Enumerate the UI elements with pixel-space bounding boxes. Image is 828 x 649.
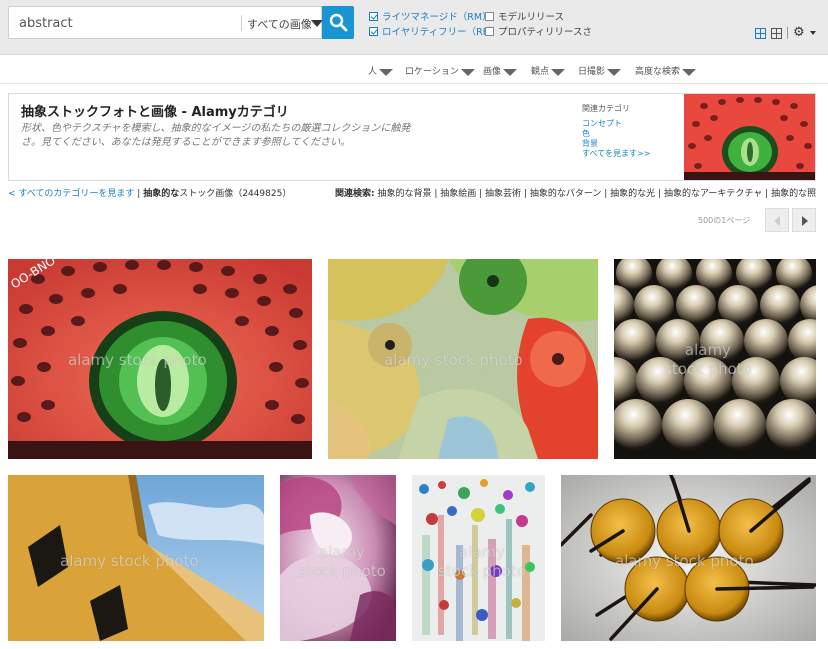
filter-rf-label: ロイヤリティフリー（RF） xyxy=(382,27,498,38)
next-page-button[interactable] xyxy=(792,208,816,232)
gear-icon[interactable]: ⚙ xyxy=(793,26,805,39)
prev-page-button[interactable] xyxy=(765,208,789,232)
result-count: （2449825） xyxy=(233,189,292,199)
filter-model-release-label: モデルリリース xyxy=(498,12,565,23)
related-categories-title: 関連カテゴリ xyxy=(582,104,630,113)
page-indicator: 500の1ページ xyxy=(698,216,751,225)
chevron-down-icon xyxy=(460,69,475,76)
category-banner: 抽象ストックフォトと画像 - Alamyカテゴリ 形状、色やテクスチャを模索し、… xyxy=(8,93,816,181)
divider xyxy=(787,27,788,39)
nav-date-label: 日撮影 xyxy=(578,67,606,77)
breadcrumb-suffix: ストック画像 xyxy=(179,189,234,199)
checkbox-checked-icon[interactable] xyxy=(369,26,378,36)
checkbox-checked-icon[interactable] xyxy=(369,11,378,21)
search-button[interactable] xyxy=(322,6,354,39)
view-toggle: ⚙ xyxy=(755,26,816,39)
image-tile-glass[interactable]: alamy stock photo xyxy=(328,259,598,459)
related-search-item[interactable]: 抽象的な光 xyxy=(610,189,655,199)
search-scope-select[interactable]: すべての画像 xyxy=(247,16,312,32)
nav-advanced-search[interactable]: 高度な検索 xyxy=(635,64,697,77)
nav-location-label: ロケーション xyxy=(405,67,459,77)
filter-rm-label: ライツマネージド（RM） xyxy=(382,12,492,23)
related-search-item[interactable]: 抽象絵画 xyxy=(440,189,476,199)
filter-property-release[interactable]: プロパティリリースさ xyxy=(485,24,592,38)
breadcrumb: < すべてのカテゴリーを見ます | 抽象的なストック画像（2449825） xyxy=(8,186,291,199)
chevron-down-icon xyxy=(503,69,518,76)
search-divider xyxy=(241,15,242,31)
chevron-down-icon xyxy=(551,69,566,76)
filter-model-release[interactable]: モデルリリース xyxy=(485,9,564,23)
nav-viewpoint[interactable]: 観点 xyxy=(531,64,566,77)
filter-nav: 人 ロケーション 画像 観点 日撮影 高度な検索 xyxy=(0,55,828,84)
filter-property-release-label: プロパティリリースさ xyxy=(498,27,592,38)
top-bar: すべての画像 ライツマネージド（RM） ロイヤリティフリー（RF） モデルリリー… xyxy=(0,0,828,55)
nav-advanced-search-label: 高度な検索 xyxy=(635,67,681,77)
nav-date[interactable]: 日撮影 xyxy=(578,64,622,77)
grid-view-icon[interactable] xyxy=(755,27,766,39)
search-box: すべての画像 xyxy=(8,6,323,39)
related-searches: 関連検索: 抽象的な背景 | 抽象絵画 | 抽象芸術 | 抽象的なパターン | … xyxy=(335,189,817,199)
search-input[interactable] xyxy=(19,13,239,33)
related-search-item[interactable]: 抽象的な背景 xyxy=(377,189,431,199)
search-icon xyxy=(329,13,348,32)
nav-image-label: 画像 xyxy=(483,67,502,77)
nav-location[interactable]: ロケーション xyxy=(405,64,475,77)
image-tile-petals[interactable]: alamy stock photo xyxy=(280,475,396,641)
chevron-left-icon xyxy=(774,216,780,226)
image-tile-balloon[interactable]: OO-BNO alamy stock photo xyxy=(8,259,312,459)
image-tile-droplets[interactable]: alamy stock photo xyxy=(412,475,545,641)
large-grid-view-icon[interactable] xyxy=(771,27,782,39)
related-search-item[interactable]: 抽象的な照 xyxy=(771,189,816,199)
image-tile-spheres[interactable]: alamy stock photo xyxy=(614,259,816,459)
chevron-down-icon xyxy=(682,69,697,76)
back-to-categories-link[interactable]: < すべてのカテゴリーを見ます xyxy=(8,189,134,199)
nav-people[interactable]: 人 xyxy=(368,64,394,77)
chevron-right-icon xyxy=(802,216,808,226)
related-search-label: 関連検索: xyxy=(335,189,375,199)
breadcrumb-current: 抽象的な xyxy=(143,189,180,199)
checkbox-icon[interactable] xyxy=(485,11,494,21)
chevron-down-icon xyxy=(607,69,622,76)
chevron-down-icon xyxy=(379,69,394,76)
filter-rf[interactable]: ロイヤリティフリー（RF） xyxy=(369,24,498,38)
image-tile-building[interactable]: alamy stock photo xyxy=(8,475,264,641)
category-description: 形状、色やテクスチャを模索し、抽象的なイメージの私たちの厳選コレクションに触発さ… xyxy=(21,123,411,148)
nav-people-label: 人 xyxy=(368,67,378,77)
page-title: 抽象ストックフォトと画像 - Alamyカテゴリ xyxy=(21,105,289,120)
nav-image[interactable]: 画像 xyxy=(483,64,518,77)
chevron-down-icon[interactable] xyxy=(809,31,816,35)
category-thumbnail[interactable] xyxy=(684,94,815,180)
checkbox-icon[interactable] xyxy=(485,26,494,36)
related-search-item[interactable]: 抽象芸術 xyxy=(485,189,521,199)
image-tile-lollipops[interactable]: alamy stock photo xyxy=(561,475,816,641)
nav-viewpoint-label: 観点 xyxy=(531,67,550,77)
related-link-see-all[interactable]: すべてを見ます>> xyxy=(582,148,650,159)
related-search-item[interactable]: 抽象的なパターン xyxy=(530,189,602,199)
filter-rm[interactable]: ライツマネージド（RM） xyxy=(369,9,492,23)
related-search-item[interactable]: 抽象的なアーキテクチャ xyxy=(664,189,762,199)
